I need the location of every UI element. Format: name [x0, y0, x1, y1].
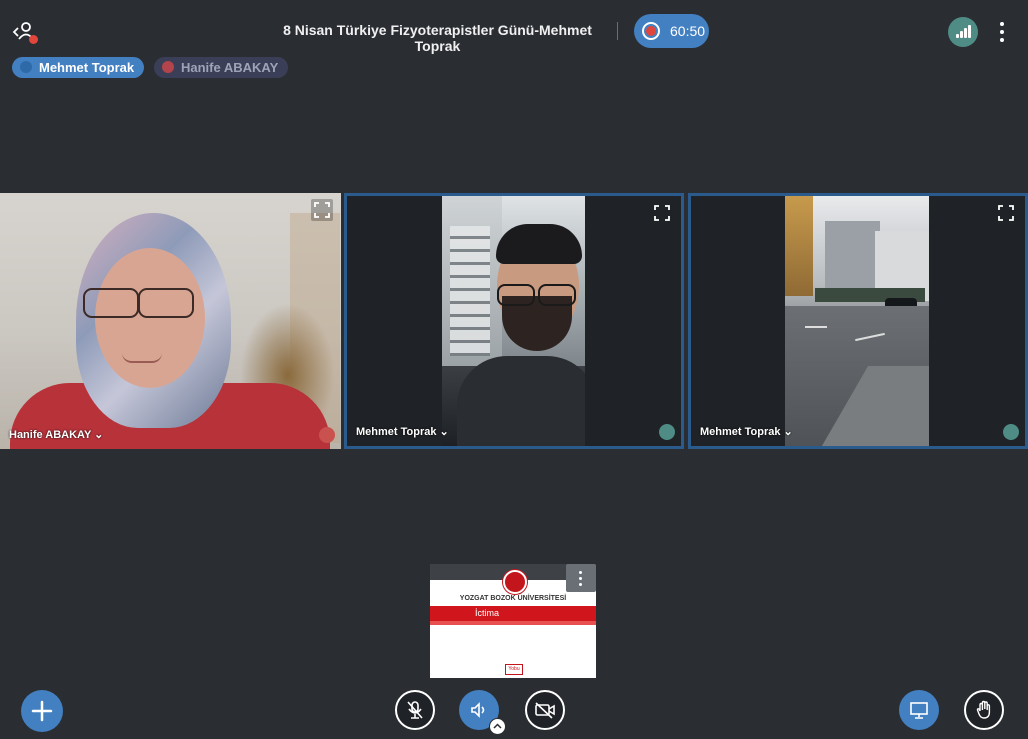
talking-indicator-hanife[interactable]: Hanife ABAKAY — [154, 57, 289, 78]
microphone-icon — [1003, 424, 1019, 440]
presentation-thumbnail[interactable]: YOZGAT BOZOK ÜNİVERSİTESİ İctima Yobu — [430, 564, 596, 678]
mute-button[interactable] — [395, 690, 435, 730]
fullscreen-icon — [314, 202, 330, 218]
fullscreen-icon — [998, 205, 1014, 221]
talker-name: Hanife ABAKAY — [181, 60, 279, 75]
top-bar: 8 Nisan Türkiye Fizyoterapistler Günü-Me… — [0, 0, 1028, 60]
more-dot — [579, 583, 582, 586]
presentation-options-button[interactable] — [566, 564, 596, 592]
options-menu-button[interactable] — [996, 20, 1008, 44]
signal-bar — [960, 31, 963, 38]
user-list-toggle[interactable] — [12, 19, 38, 45]
speaker-icon — [471, 702, 485, 718]
slide-subtitle-band — [430, 621, 596, 625]
more-options-icon — [1000, 22, 1004, 26]
talking-indicator-mehmet[interactable]: Mehmet Toprak — [12, 57, 145, 78]
fullscreen-button[interactable] — [651, 202, 673, 224]
notification-dot — [29, 35, 38, 44]
video-tile-mehmet-1[interactable]: Mehmet Toprak ⌄ — [344, 193, 684, 449]
video-feed — [0, 193, 341, 449]
connection-status-button[interactable] — [948, 17, 978, 47]
video-user-name[interactable]: Hanife ABAKAY ⌄ — [9, 428, 103, 441]
presentation-icon — [910, 702, 928, 719]
more-dot — [1000, 38, 1004, 42]
video-tile-mehmet-2[interactable]: Mehmet Toprak ⌄ — [688, 193, 1028, 449]
video-user-name[interactable]: Mehmet Toprak ⌄ — [700, 425, 793, 438]
signal-bar — [964, 28, 967, 38]
more-dot — [579, 577, 582, 580]
record-dot — [646, 26, 656, 36]
slide-title: İctima — [475, 608, 500, 618]
talker-name: Mehmet Toprak — [39, 60, 135, 75]
title-divider — [617, 22, 618, 40]
microphone-icon — [20, 61, 32, 73]
plus-icon — [31, 700, 53, 722]
fullscreen-button[interactable] — [311, 199, 333, 221]
fullscreen-button[interactable] — [995, 202, 1017, 224]
raise-hand-icon — [976, 700, 991, 719]
microphone-icon — [659, 424, 675, 440]
slide-title-band: İctima — [430, 606, 596, 621]
microphone-off-icon — [162, 61, 174, 73]
connection-status-icon — [956, 34, 959, 38]
recording-indicator[interactable]: 60:50 — [634, 14, 709, 48]
microphone-off-icon — [407, 701, 423, 719]
recording-timer: 60:50 — [670, 23, 706, 39]
camera-button[interactable] — [525, 690, 565, 730]
slide-footer-logo: Yobu — [505, 664, 523, 675]
camera-off-icon — [535, 702, 555, 719]
slide-university-name: YOZGAT BOZOK ÜNİVERSİTESİ — [459, 595, 567, 602]
video-user-name[interactable]: Mehmet Toprak ⌄ — [356, 425, 449, 438]
actions-button[interactable] — [21, 690, 63, 732]
university-logo — [503, 570, 527, 594]
more-options-icon — [579, 571, 582, 574]
video-feed — [785, 196, 929, 446]
audio-settings-toggle[interactable] — [489, 718, 506, 735]
video-feed — [442, 196, 585, 446]
microphone-off-icon — [319, 427, 335, 443]
video-tile-hanife[interactable]: Hanife ABAKAY ⌄ — [0, 193, 341, 449]
fullscreen-icon — [654, 205, 670, 221]
more-dot — [1000, 30, 1004, 34]
raise-hand-button[interactable] — [964, 690, 1004, 730]
meeting-title: 8 Nisan Türkiye Fizyoterapistler Günü-Me… — [283, 22, 592, 54]
presentation-toggle-button[interactable] — [899, 690, 939, 730]
signal-bar — [968, 25, 971, 38]
chevron-up-icon — [493, 723, 502, 729]
